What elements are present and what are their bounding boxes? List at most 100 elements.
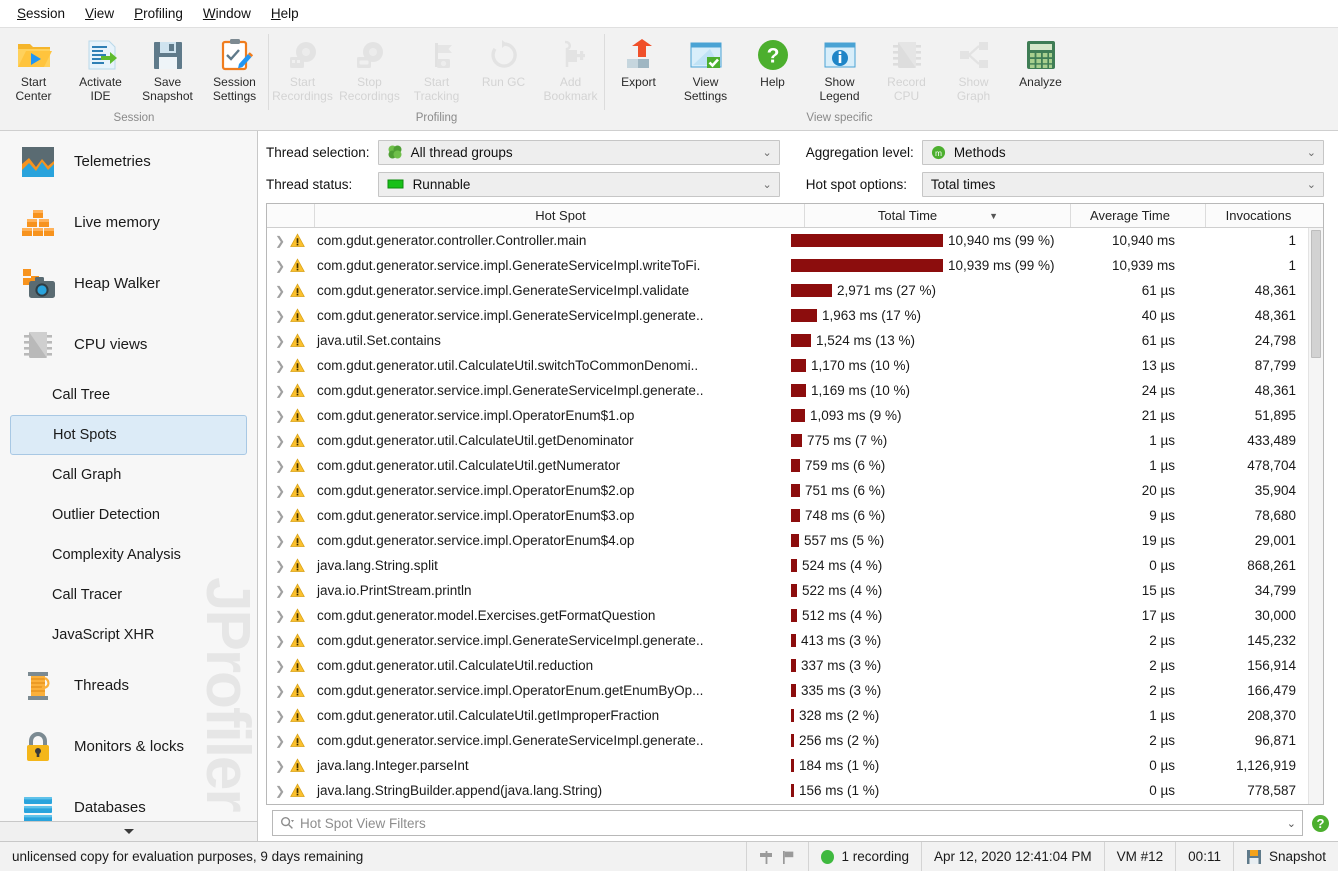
sidebar-item-databases[interactable]: Databases: [0, 777, 257, 821]
menu-window[interactable]: Window: [194, 3, 260, 24]
sidebar-item-call-graph[interactable]: Call Graph: [10, 455, 247, 495]
chevron-right-icon[interactable]: ❯: [275, 534, 285, 548]
sidebar-item-threads[interactable]: Threads: [0, 655, 257, 716]
thread-selection-combo[interactable]: All thread groups ⌄: [378, 140, 780, 165]
activate-ide-button[interactable]: Activate IDE: [67, 33, 134, 104]
hot-spot-options-combo[interactable]: Total times ⌄: [922, 172, 1324, 197]
table-row[interactable]: ❯com.gdut.generator.service.impl.Operato…: [267, 503, 1308, 528]
row-expand-cell[interactable]: ❯: [267, 683, 315, 698]
chevron-right-icon[interactable]: ❯: [275, 234, 285, 248]
row-expand-cell[interactable]: ❯: [267, 533, 315, 548]
sidebar-item-heap-walker[interactable]: Heap Walker: [0, 253, 257, 314]
menu-profiling[interactable]: Profiling: [125, 3, 192, 24]
snapshot-status[interactable]: Snapshot: [1234, 842, 1338, 871]
sidebar-item-complexity-analysis[interactable]: Complexity Analysis: [10, 535, 247, 575]
table-row[interactable]: ❯com.gdut.generator.util.CalculateUtil.g…: [267, 428, 1308, 453]
row-expand-cell[interactable]: ❯: [267, 583, 315, 598]
table-row[interactable]: ❯java.lang.StringBuilder.append(java.lan…: [267, 778, 1308, 803]
table-row[interactable]: ❯com.gdut.generator.util.CalculateUtil.s…: [267, 353, 1308, 378]
chevron-right-icon[interactable]: ❯: [275, 559, 285, 573]
table-row[interactable]: ❯com.gdut.generator.service.impl.Operato…: [267, 403, 1308, 428]
signpost-icon[interactable]: [759, 849, 774, 865]
table-row[interactable]: ❯com.gdut.generator.service.impl.Operato…: [267, 678, 1308, 703]
row-expand-cell[interactable]: ❯: [267, 333, 315, 348]
row-expand-cell[interactable]: ❯: [267, 608, 315, 623]
aggregation-level-combo[interactable]: m Methods ⌄: [922, 140, 1324, 165]
row-expand-cell[interactable]: ❯: [267, 433, 315, 448]
row-expand-cell[interactable]: ❯: [267, 308, 315, 323]
row-expand-cell[interactable]: ❯: [267, 758, 315, 773]
row-expand-cell[interactable]: ❯: [267, 233, 315, 248]
chevron-right-icon[interactable]: ❯: [275, 259, 285, 273]
column-header-total-time[interactable]: Total Time ▼: [805, 204, 1071, 227]
row-expand-cell[interactable]: ❯: [267, 258, 315, 273]
row-expand-cell[interactable]: ❯: [267, 708, 315, 723]
show-legend-button[interactable]: Show Legend: [806, 33, 873, 104]
sidebar-item-javascript-xhr[interactable]: JavaScript XHR: [10, 615, 247, 655]
table-row[interactable]: ❯com.gdut.generator.service.impl.Generat…: [267, 628, 1308, 653]
export-button[interactable]: Export: [605, 33, 672, 91]
chevron-right-icon[interactable]: ❯: [275, 684, 285, 698]
chevron-right-icon[interactable]: ❯: [275, 284, 285, 298]
session-settings-button[interactable]: Session Settings: [201, 33, 268, 104]
chevron-right-icon[interactable]: ❯: [275, 509, 285, 523]
chevron-right-icon[interactable]: ❯: [275, 634, 285, 648]
chevron-right-icon[interactable]: ❯: [275, 359, 285, 373]
sidebar-scroll-down-button[interactable]: [0, 821, 257, 841]
table-row[interactable]: ❯java.lang.StringBuilder.append(int)155 …: [267, 803, 1308, 804]
chevron-right-icon[interactable]: ❯: [275, 334, 285, 348]
hot-spot-view-filter-input[interactable]: Hot Spot View Filters ⌄: [272, 810, 1303, 836]
table-row[interactable]: ❯com.gdut.generator.util.CalculateUtil.g…: [267, 453, 1308, 478]
sidebar-item-call-tracer[interactable]: Call Tracer: [10, 575, 247, 615]
chevron-right-icon[interactable]: ❯: [275, 609, 285, 623]
table-row[interactable]: ❯com.gdut.generator.service.impl.Generat…: [267, 278, 1308, 303]
sidebar-item-call-tree[interactable]: Call Tree: [10, 375, 247, 415]
chevron-right-icon[interactable]: ❯: [275, 734, 285, 748]
start-center-button[interactable]: Start Center: [0, 33, 67, 104]
table-row[interactable]: ❯java.io.PrintStream.println522 ms (4 %)…: [267, 578, 1308, 603]
chevron-right-icon[interactable]: ❯: [275, 459, 285, 473]
row-expand-cell[interactable]: ❯: [267, 783, 315, 798]
table-vertical-scrollbar[interactable]: [1308, 228, 1323, 804]
thread-status-combo[interactable]: Runnable ⌄: [378, 172, 780, 197]
chevron-right-icon[interactable]: ❯: [275, 584, 285, 598]
chevron-down-icon[interactable]: ⌄: [1287, 817, 1296, 830]
chevron-right-icon[interactable]: ❯: [275, 784, 285, 798]
view-settings-button[interactable]: View Settings: [672, 33, 739, 104]
chevron-right-icon[interactable]: ❯: [275, 759, 285, 773]
row-expand-cell[interactable]: ❯: [267, 558, 315, 573]
chevron-right-icon[interactable]: ❯: [275, 659, 285, 673]
chevron-right-icon[interactable]: ❯: [275, 384, 285, 398]
chevron-right-icon[interactable]: ❯: [275, 709, 285, 723]
row-expand-cell[interactable]: ❯: [267, 383, 315, 398]
chevron-right-icon[interactable]: ❯: [275, 409, 285, 423]
table-row[interactable]: ❯java.lang.String.split524 ms (4 %)0 µs8…: [267, 553, 1308, 578]
table-row[interactable]: ❯com.gdut.generator.service.impl.Generat…: [267, 728, 1308, 753]
row-expand-cell[interactable]: ❯: [267, 483, 315, 498]
help-question-icon[interactable]: ?: [1311, 814, 1330, 833]
sidebar-item-outlier-detection[interactable]: Outlier Detection: [10, 495, 247, 535]
table-row[interactable]: ❯com.gdut.generator.service.impl.Operato…: [267, 478, 1308, 503]
sidebar-item-telemetries[interactable]: Telemetries: [0, 131, 257, 192]
table-row[interactable]: ❯com.gdut.generator.service.impl.Operato…: [267, 528, 1308, 553]
menu-view[interactable]: View: [76, 3, 123, 24]
sidebar-item-hot-spots[interactable]: Hot Spots: [10, 415, 247, 455]
row-expand-cell[interactable]: ❯: [267, 408, 315, 423]
table-row[interactable]: ❯com.gdut.generator.service.impl.Generat…: [267, 378, 1308, 403]
row-expand-cell[interactable]: ❯: [267, 283, 315, 298]
sidebar-item-cpu-views[interactable]: CPU views: [0, 314, 257, 375]
column-header-invocations[interactable]: Invocations: [1206, 204, 1323, 227]
menu-help[interactable]: Help: [262, 3, 308, 24]
chevron-right-icon[interactable]: ❯: [275, 434, 285, 448]
table-row[interactable]: ❯java.lang.Integer.parseInt184 ms (1 %)0…: [267, 753, 1308, 778]
table-row[interactable]: ❯java.util.Set.contains1,524 ms (13 %)61…: [267, 328, 1308, 353]
table-row[interactable]: ❯com.gdut.generator.service.impl.Generat…: [267, 253, 1308, 278]
table-row[interactable]: ❯com.gdut.generator.util.CalculateUtil.r…: [267, 653, 1308, 678]
row-expand-cell[interactable]: ❯: [267, 633, 315, 648]
chevron-right-icon[interactable]: ❯: [275, 309, 285, 323]
table-row[interactable]: ❯com.gdut.generator.model.Exercises.getF…: [267, 603, 1308, 628]
row-expand-cell[interactable]: ❯: [267, 733, 315, 748]
row-expand-cell[interactable]: ❯: [267, 658, 315, 673]
save-snapshot-button[interactable]: Save Snapshot: [134, 33, 201, 104]
table-row[interactable]: ❯com.gdut.generator.service.impl.Generat…: [267, 303, 1308, 328]
